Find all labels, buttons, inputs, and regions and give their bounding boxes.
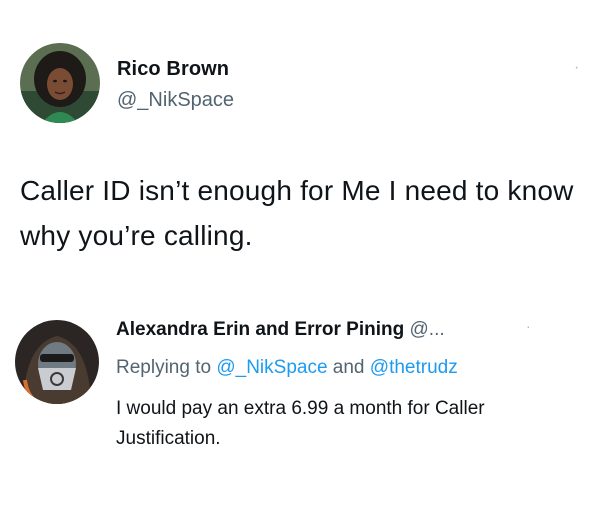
replying-conjunction: and xyxy=(332,357,365,378)
tweet-text: Caller ID isn’t enough for Me I need to … xyxy=(20,175,574,251)
reply-more-options-icon[interactable]: · xyxy=(526,318,531,334)
more-options-icon[interactable]: · xyxy=(574,60,579,76)
display-name[interactable]: Rico Brown xyxy=(117,58,229,81)
reply-text: I would pay an extra 6.99 a month for Ca… xyxy=(116,398,485,449)
reply-display-name[interactable]: Alexandra Erin and Error Pining xyxy=(116,319,404,340)
replying-to-line: Replying to @_NikSpace and @thetrudz xyxy=(116,356,458,380)
reply-handle[interactable]: @... xyxy=(410,319,445,340)
profile-photo-icon xyxy=(20,43,100,123)
mention-link-thetrudz[interactable]: @thetrudz xyxy=(370,357,458,378)
replying-prefix: Replying to xyxy=(116,357,212,378)
rico-brown-avatar[interactable] xyxy=(20,43,100,123)
masked-figure-avatar-icon xyxy=(15,320,99,404)
reply-header: Alexandra Erin and Error Pining @... xyxy=(116,318,445,342)
reply-author-avatar[interactable] xyxy=(15,320,99,404)
user-handle[interactable]: @_NikSpace xyxy=(117,89,234,112)
mention-link-niksspace[interactable]: @_NikSpace xyxy=(216,357,327,378)
